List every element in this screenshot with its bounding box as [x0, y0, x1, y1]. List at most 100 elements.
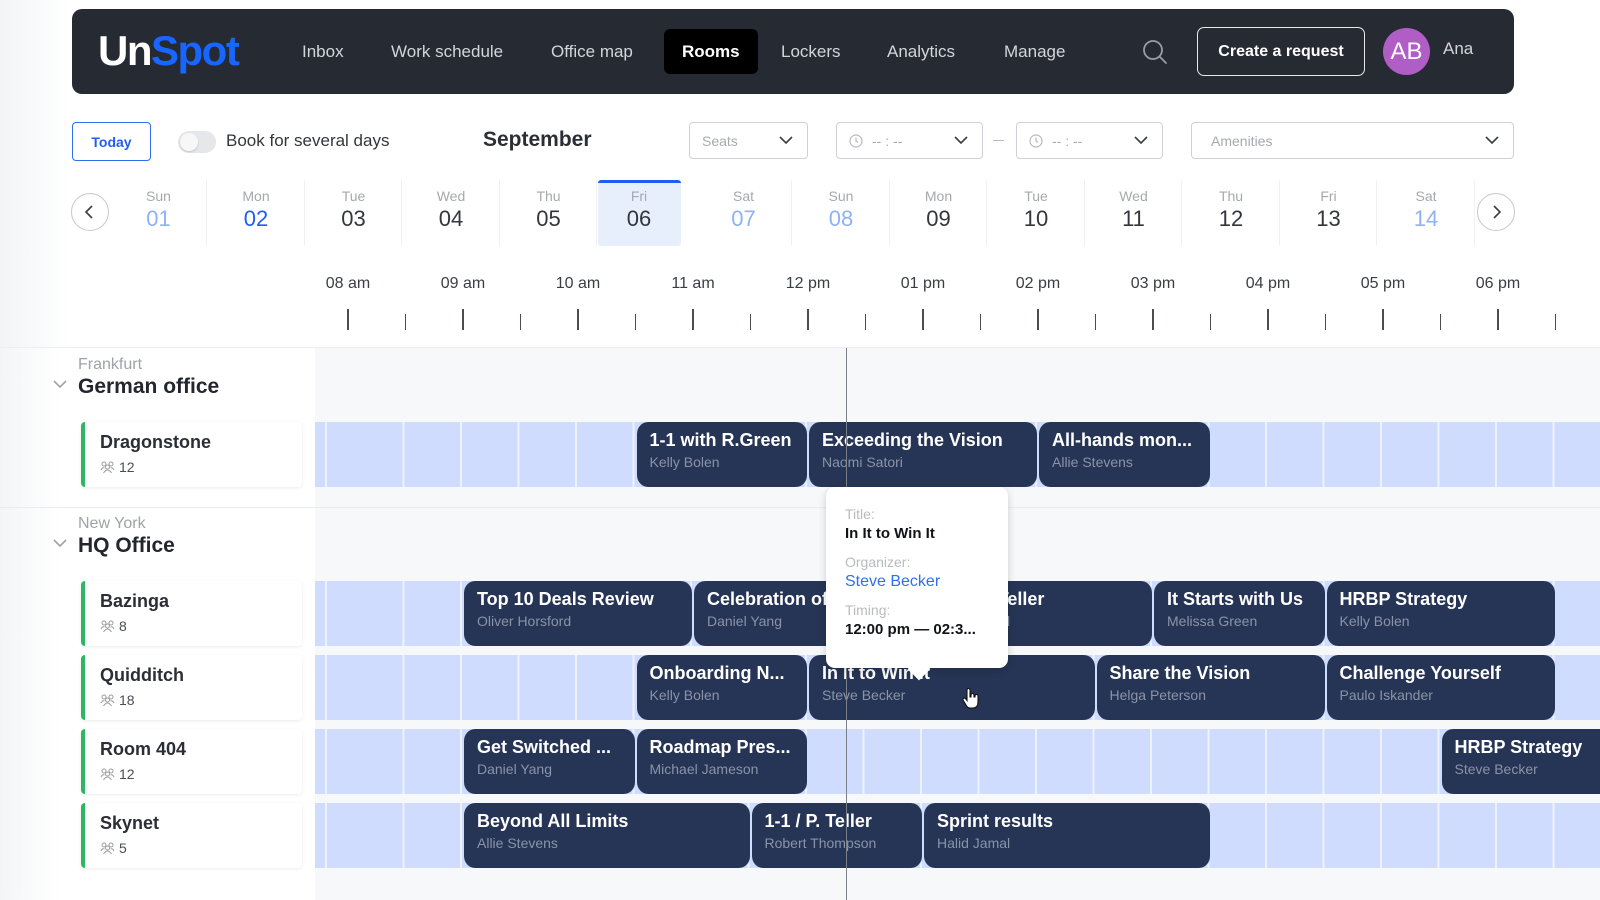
event-block[interactable]: Beyond All Limits Allie Stevens — [463, 803, 751, 868]
half-hour-tick — [404, 314, 406, 330]
amenities-select[interactable]: Amenities — [1191, 122, 1514, 159]
day-number: 08 — [828, 206, 854, 231]
event-block[interactable]: It Starts with Us Melissa Green — [1153, 581, 1326, 646]
room-card[interactable]: Dragonstone 12 — [81, 422, 302, 487]
chevron-down-icon — [779, 136, 793, 145]
event-block[interactable]: Roadmap Pres... Michael Jameson — [635, 729, 808, 794]
unspot-logo[interactable]: UnSpot — [98, 27, 240, 75]
half-hour-tick — [864, 314, 866, 330]
nav-rooms[interactable]: Rooms — [664, 29, 758, 74]
collapse-chevron-icon[interactable] — [52, 535, 68, 551]
nav-lockers[interactable]: Lockers — [763, 29, 859, 74]
date-13[interactable]: Fri 13 — [1281, 180, 1377, 246]
day-name: Mon — [242, 188, 270, 204]
hour-tick — [347, 309, 349, 330]
event-organizer: Allie Stevens — [477, 835, 558, 851]
event-block[interactable]: Share the Vision Helga Peterson — [1095, 655, 1326, 720]
event-organizer: Michael Jameson — [649, 761, 759, 777]
date-09[interactable]: Mon 09 — [891, 180, 987, 246]
room-card[interactable]: Quidditch 18 — [81, 655, 302, 720]
date-10[interactable]: Tue 10 — [989, 180, 1085, 246]
amenities-placeholder: Amenities — [1211, 132, 1273, 149]
date-04[interactable]: Wed 04 — [404, 180, 500, 246]
room-timeline-lane[interactable]: Beyond All Limits Allie Stevens 1-1 / P. T… — [315, 803, 1600, 868]
collapse-chevron-icon[interactable] — [52, 376, 68, 392]
top-navigation-bar: UnSpot Inbox Work schedule Office map Ro… — [72, 9, 1514, 94]
create-request-button[interactable]: Create a request — [1197, 27, 1365, 76]
day-name: Thu — [1218, 188, 1244, 204]
event-block[interactable]: Top 10 Deals Review Oliver Horsford — [463, 581, 693, 646]
date-11[interactable]: Wed 11 — [1086, 180, 1182, 246]
capacity-value: 8 — [119, 618, 127, 634]
previous-week-button[interactable] — [71, 193, 109, 231]
date-02[interactable]: Mon 02 — [209, 180, 305, 246]
room-name: Quidditch — [100, 665, 184, 685]
date-01[interactable]: Sun 01 — [111, 180, 207, 246]
room-timeline-lane[interactable]: 1-1 with R.Green Kelly Bolen Exceeding the… — [315, 422, 1600, 487]
date-03[interactable]: Tue 03 — [306, 180, 402, 246]
room-card[interactable]: Room 404 12 — [81, 729, 302, 794]
next-week-button[interactable] — [1477, 193, 1515, 231]
nav-manage[interactable]: Manage — [986, 29, 1083, 74]
user-name[interactable]: Ana — [1443, 39, 1473, 59]
hour-label: 04 pm — [1245, 275, 1291, 292]
date-14[interactable]: Sat 14 — [1379, 180, 1475, 246]
tooltip-title-label: Title: — [845, 506, 875, 522]
nav-analytics[interactable]: Analytics — [869, 29, 973, 74]
date-12[interactable]: Thu 12 — [1184, 180, 1280, 246]
time-from-select[interactable]: -- : -- — [836, 122, 983, 159]
day-name: Sat — [732, 188, 754, 204]
event-block[interactable]: HRBP Strategy Steve Becker — [1440, 729, 1600, 794]
hour-label: 06 pm — [1475, 275, 1521, 292]
event-block[interactable]: 1-1 / P. Teller Robert Thompson — [750, 803, 923, 868]
room-timeline-lane[interactable]: Get Switched ... Daniel Yang Roadmap Pres.… — [315, 729, 1600, 794]
day-number: 11 — [1122, 206, 1145, 231]
user-avatar[interactable]: AB — [1383, 28, 1430, 75]
seats-select[interactable]: Seats — [689, 122, 808, 159]
office-name: HQ Office — [78, 534, 175, 557]
event-block[interactable]: 1-1 with R.Green Kelly Bolen — [635, 422, 808, 487]
chevron-down-icon — [954, 136, 968, 145]
hour-label: 03 pm — [1130, 275, 1176, 292]
date-07[interactable]: Sat 07 — [696, 180, 792, 246]
nav-inbox[interactable]: Inbox — [284, 29, 362, 74]
day-number: 02 — [243, 206, 269, 231]
month-title: September — [483, 128, 592, 151]
event-block[interactable]: Get Switched ... Daniel Yang — [463, 729, 636, 794]
event-title: Beyond All Limits — [477, 811, 629, 831]
event-block[interactable]: Onboarding N... Kelly Bolen — [635, 655, 808, 720]
time-from-placeholder: -- : -- — [872, 132, 903, 149]
date-05[interactable]: Thu 05 — [501, 180, 597, 246]
date-08[interactable]: Sun 08 — [794, 180, 890, 246]
chevron-down-icon — [1134, 136, 1148, 145]
hour-label: 11 am — [671, 275, 715, 292]
search-icon[interactable] — [1142, 39, 1168, 65]
people-icon — [100, 842, 115, 855]
room-card[interactable]: Skynet 5 — [81, 803, 302, 868]
room-name: Room 404 — [100, 739, 187, 759]
event-title: Challenge Yourself — [1339, 663, 1501, 683]
hour-tick — [922, 309, 924, 330]
date-06[interactable]: Fri 06 — [597, 180, 681, 246]
nav-work-schedule[interactable]: Work schedule — [373, 29, 521, 74]
event-block[interactable]: All-hands mon... Allie Stevens — [1038, 422, 1211, 487]
event-organizer: Daniel Yang — [477, 761, 552, 777]
book-several-days-toggle[interactable] — [178, 131, 216, 153]
today-button[interactable]: Today — [72, 122, 151, 161]
event-organizer: Halid Jamal — [937, 835, 1011, 851]
event-block[interactable]: HRBP Strategy Kelly Bolen — [1325, 581, 1556, 646]
hour-tick — [1152, 309, 1154, 330]
event-block[interactable]: Sprint results Halid Jamal — [923, 803, 1211, 868]
time-to-select[interactable]: -- : -- — [1016, 122, 1163, 159]
day-name: Tue — [341, 188, 366, 204]
event-block[interactable]: Exceeding the Vision Naomi Satori — [808, 422, 1038, 487]
book-several-days-label: Book for several days — [226, 131, 390, 150]
capacity-value: 12 — [119, 459, 135, 475]
room-capacity: 12 — [100, 459, 135, 475]
nav-office-map[interactable]: Office map — [533, 29, 651, 74]
event-title: HRBP Strategy — [1454, 737, 1583, 757]
hour-tick — [1382, 309, 1384, 330]
event-block[interactable]: Challenge Yourself Paulo Iskander — [1325, 655, 1556, 720]
room-card[interactable]: Bazinga 8 — [81, 581, 302, 646]
tooltip-organizer-link[interactable]: Steve Becker — [845, 573, 940, 591]
